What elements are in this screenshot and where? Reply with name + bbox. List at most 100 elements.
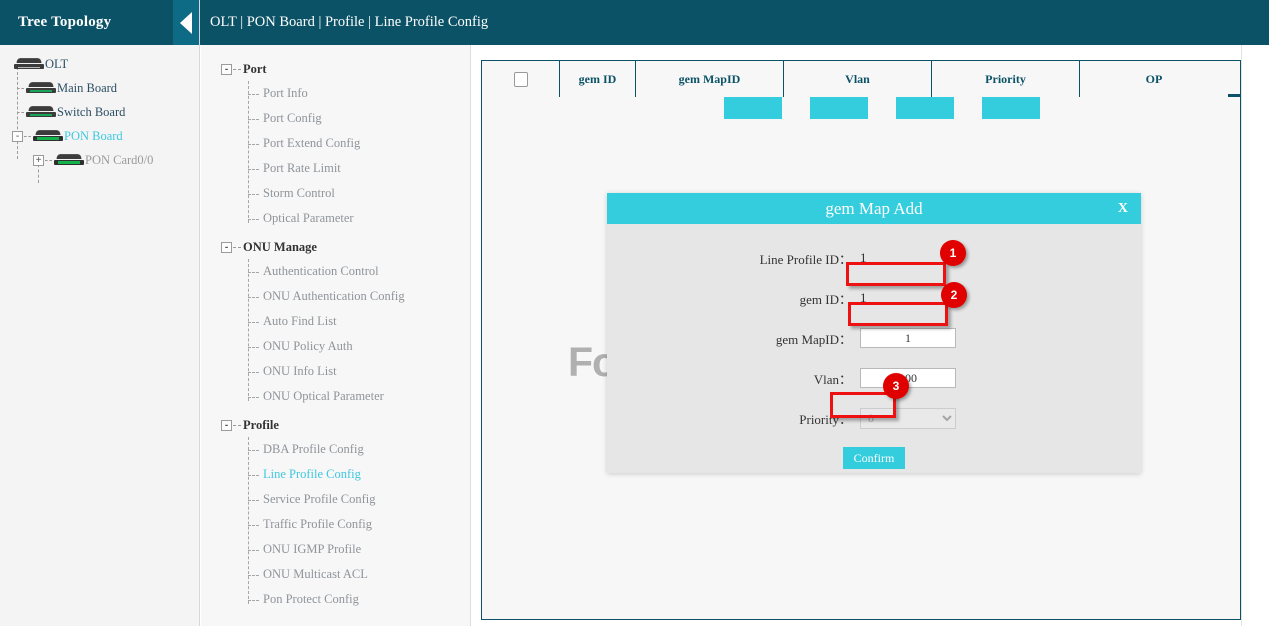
nav-item-line-profile-config[interactable]: Line Profile Config (201, 462, 470, 487)
nav-tick-dash (248, 500, 259, 501)
field-row-vlan: Vlan： (607, 358, 1141, 398)
gem-id-label: gem ID： (607, 289, 860, 308)
nav-tick-dash (248, 397, 259, 398)
nav-group-header[interactable]: - ONU Manage (201, 235, 470, 259)
confirm-button[interactable]: Confirm (843, 447, 905, 469)
expand-expander-icon[interactable]: + (33, 155, 44, 166)
nav-tick-dash (248, 347, 259, 348)
nav-branch-dash (233, 69, 241, 70)
nav-item-traffic-profile-config[interactable]: Traffic Profile Config (201, 512, 470, 537)
nav-tick-dash (248, 194, 259, 195)
gem-id-value: 1 (860, 290, 867, 306)
nav-item-onu-multicast-acl[interactable]: ONU Multicast ACL (201, 562, 470, 587)
nav-tick-dash (248, 525, 259, 526)
tree-node-pon-card[interactable]: + PON Card0/0 (0, 149, 199, 171)
nav-item-onu-policy-auth[interactable]: ONU Policy Auth (201, 334, 470, 359)
nav-item-label: ONU Authentication Config (248, 289, 405, 304)
nav-item-dba-profile-config[interactable]: DBA Profile Config (201, 437, 470, 462)
table-action-button-3[interactable] (896, 97, 954, 119)
nav-item-label: Pon Protect Config (248, 592, 359, 607)
collapse-expander-icon[interactable]: - (12, 131, 23, 142)
close-icon[interactable]: X (1118, 201, 1128, 217)
nav-item-authentication-control[interactable]: Authentication Control (201, 259, 470, 284)
tree-branch-dash (17, 112, 24, 113)
field-row-line-profile-id: Line Profile ID： 1 (607, 238, 1141, 278)
nav-item-onu-authentication-config[interactable]: ONU Authentication Config (201, 284, 470, 309)
tree-node-olt[interactable]: OLT (0, 53, 199, 75)
tree-topology-header: Tree Topology (0, 0, 199, 45)
nav-item-onu-info-list[interactable]: ONU Info List (201, 359, 470, 384)
nav-group-header[interactable]: - Port (201, 57, 470, 81)
nav-item-port-extend-config[interactable]: Port Extend Config (201, 131, 470, 156)
tree-node-switch-board[interactable]: Switch Board (0, 101, 199, 123)
olt-device-icon (14, 58, 44, 70)
nav-group-label: ONU Manage (243, 240, 317, 255)
table-header-gem-mapid[interactable]: gem MapID (636, 61, 784, 97)
collapse-expander-icon[interactable]: - (221, 64, 232, 75)
gem-map-table-container: gem ID gem MapID Vlan Priority OP Foro (481, 60, 1241, 620)
nav-tick-dash (248, 144, 259, 145)
vlan-label: Vlan： (607, 369, 860, 388)
nav-item-label: Optical Parameter (248, 211, 354, 226)
board-device-icon (26, 82, 56, 94)
table-action-button-2[interactable] (810, 97, 868, 119)
gem-mapid-input[interactable] (860, 328, 956, 348)
tree-node-pon-board[interactable]: - PON Board (0, 125, 199, 147)
nav-item-port-rate-limit[interactable]: Port Rate Limit (201, 156, 470, 181)
nav-item-label: ONU IGMP Profile (248, 542, 361, 557)
nav-item-label: Port Config (248, 111, 322, 126)
nav-item-auto-find-list[interactable]: Auto Find List (201, 309, 470, 334)
nav-tick-dash (248, 450, 259, 451)
nav-item-service-profile-config[interactable]: Service Profile Config (201, 487, 470, 512)
nav-group-header[interactable]: - Profile (201, 413, 470, 437)
table-header-vlan[interactable]: Vlan (784, 61, 932, 97)
tree-node-label: Switch Board (57, 105, 125, 120)
tree-branch-dash (17, 88, 24, 89)
dialog-body: Line Profile ID： 1 gem ID： 1 gem MapID： (607, 224, 1141, 469)
gem-mapid-label: gem MapID： (607, 329, 860, 348)
table-header-select-all (482, 61, 560, 97)
nav-tick-dash (248, 550, 259, 551)
nav-item-label: ONU Info List (248, 364, 337, 379)
application-window: Tree Topology OLT Main Bo (0, 0, 1269, 626)
tree-node-main-board[interactable]: Main Board (0, 77, 199, 99)
table-action-button-row (724, 97, 1040, 119)
priority-select[interactable]: 0 (860, 408, 956, 429)
nav-item-label: Port Extend Config (248, 136, 360, 151)
nav-tick-dash (248, 575, 259, 576)
nav-branch-dash (233, 425, 241, 426)
nav-item-pon-protect-config[interactable]: Pon Protect Config (201, 587, 470, 612)
nav-item-storm-control[interactable]: Storm Control (201, 181, 470, 206)
main-content-area: gem ID gem MapID Vlan Priority OP Foro (471, 45, 1269, 626)
table-header-gem-id[interactable]: gem ID (560, 61, 636, 97)
priority-label: Priority： (607, 409, 860, 428)
nav-item-optical-parameter[interactable]: Optical Parameter (201, 206, 470, 231)
nav-item-label: ONU Policy Auth (248, 339, 353, 354)
table-header-row: gem ID gem MapID Vlan Priority OP (482, 61, 1240, 97)
pon-board-device-icon (33, 130, 63, 142)
confirm-row: Confirm (607, 447, 1141, 469)
tree-branch-dash (45, 160, 52, 161)
nav-item-port-config[interactable]: Port Config (201, 106, 470, 131)
vlan-input[interactable] (860, 368, 956, 388)
nav-item-label: Storm Control (248, 186, 335, 201)
collapse-expander-icon[interactable]: - (221, 242, 232, 253)
table-action-button-1[interactable] (724, 97, 782, 119)
field-row-gem-mapid: gem MapID： (607, 318, 1141, 358)
table-header-priority[interactable]: Priority (932, 61, 1080, 97)
collapse-expander-icon[interactable]: - (221, 420, 232, 431)
nav-item-onu-optical-parameter[interactable]: ONU Optical Parameter (201, 384, 470, 409)
table-action-button-4[interactable] (982, 97, 1040, 119)
nav-item-label: Traffic Profile Config (248, 517, 372, 532)
nav-group-onu-manage: - ONU Manage Authentication Control ONU … (201, 235, 470, 409)
checkbox-unchecked-icon[interactable] (514, 72, 528, 87)
line-profile-id-label: Line Profile ID： (607, 249, 860, 268)
nav-item-label: ONU Optical Parameter (248, 389, 384, 404)
table-header-op[interactable]: OP (1080, 61, 1228, 97)
nav-item-onu-igmp-profile[interactable]: ONU IGMP Profile (201, 537, 470, 562)
nav-item-port-info[interactable]: Port Info (201, 81, 470, 106)
triangle-left-icon[interactable] (173, 0, 199, 45)
nav-group-label: Port (243, 62, 267, 77)
tree-topology-title: Tree Topology (0, 14, 111, 31)
tree-node-label: PON Board (64, 129, 123, 144)
